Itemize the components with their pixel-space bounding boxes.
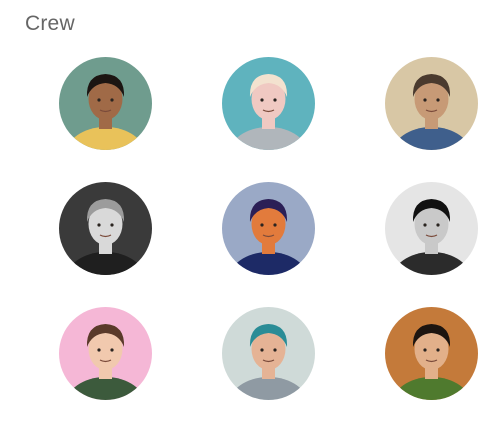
avatar-eye-right: [436, 98, 440, 102]
avatar-portrait: [59, 182, 152, 275]
avatar-eye-right: [273, 223, 277, 227]
avatar-photo-woman-pink-background[interactable]: [59, 307, 152, 400]
avatar-photo-man-hood-black-white[interactable]: [59, 182, 152, 275]
avatar-portrait: [385, 57, 478, 150]
avatar-eye-left: [423, 98, 427, 102]
avatar-eye-left: [260, 348, 264, 352]
avatar-illustration-man-low-poly[interactable]: [222, 182, 315, 275]
avatar-photo-man-black-cap-glasses[interactable]: [385, 182, 478, 275]
avatar-eye-left: [97, 98, 101, 102]
avatar-photo-man-curly-hair-colorful-shirt[interactable]: [59, 57, 152, 150]
avatar-eye-left: [423, 348, 427, 352]
crew-heading: Crew: [25, 12, 75, 35]
avatar-eye-right: [110, 348, 114, 352]
avatar-eye-right: [110, 223, 114, 227]
avatar-eye-left: [260, 223, 264, 227]
avatar-photo-man-green-jacket[interactable]: [385, 307, 478, 400]
avatar-eye-right: [273, 348, 277, 352]
avatar-portrait: [385, 182, 478, 275]
avatar-eye-left: [97, 348, 101, 352]
avatar-portrait: [222, 57, 315, 150]
crew-panel: Crew: [0, 0, 497, 425]
avatar-eye-left: [260, 98, 264, 102]
avatar-eye-right: [110, 98, 114, 102]
crew-avatar-grid: [59, 57, 478, 400]
avatar-portrait: [59, 57, 152, 150]
avatar-eye-right: [273, 98, 277, 102]
avatar-portrait: [222, 307, 315, 400]
avatar-photo-man-teal-cap[interactable]: [222, 307, 315, 400]
avatar-eye-right: [436, 348, 440, 352]
avatar-portrait: [59, 307, 152, 400]
avatar-portrait: [385, 307, 478, 400]
avatar-eye-left: [423, 223, 427, 227]
avatar-portrait: [222, 182, 315, 275]
avatar-eye-left: [97, 223, 101, 227]
avatar-photo-man-costume-blue-armor[interactable]: [385, 57, 478, 150]
avatar-eye-right: [436, 223, 440, 227]
avatar-photo-woman-cat-ears-holding-cat[interactable]: [222, 57, 315, 150]
